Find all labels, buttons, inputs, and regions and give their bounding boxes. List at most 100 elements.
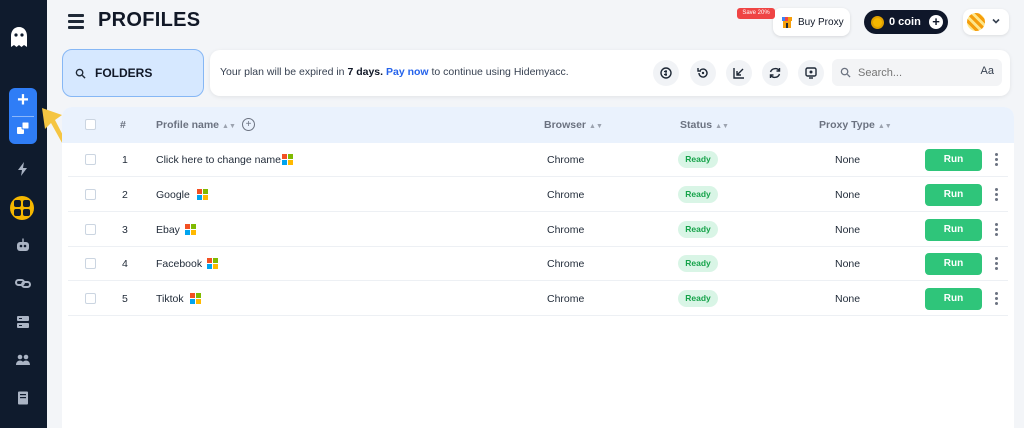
row-index: 1	[122, 154, 128, 166]
row-checkbox[interactable]	[85, 293, 96, 304]
grid-icon[interactable]	[10, 196, 34, 220]
row-checkbox[interactable]	[85, 189, 96, 200]
sync-icon	[660, 67, 672, 79]
run-button[interactable]: Run	[925, 253, 982, 275]
ghost-logo-icon[interactable]	[9, 26, 29, 48]
row-index: 4	[122, 258, 128, 270]
row-checkbox[interactable]	[85, 154, 96, 165]
profile-name[interactable]: Tiktok	[156, 293, 184, 305]
run-button[interactable]: Run	[925, 219, 982, 241]
status-badge: Ready	[678, 255, 718, 272]
robot-icon[interactable]	[12, 234, 34, 256]
table-row[interactable]: 5 Tiktok Chrome Ready None Run	[68, 282, 1008, 316]
font-toggle-button[interactable]: Aa	[981, 65, 994, 77]
row-checkbox[interactable]	[85, 258, 96, 269]
proxy-type: None	[835, 224, 861, 236]
status-badge: Ready	[678, 186, 718, 203]
windows-icon	[185, 224, 196, 235]
sort-icon: ▲▼	[715, 123, 729, 130]
run-button[interactable]: Run	[925, 288, 982, 310]
browser: Chrome	[547, 258, 585, 270]
folders-label: FOLDERS	[95, 66, 153, 80]
table-row[interactable]: 1 Click here to change name Chrome Ready…	[68, 143, 1008, 177]
plan-text-after: to continue using Hidemyacc.	[428, 66, 569, 78]
proxy-type: None	[835, 189, 861, 201]
more-options-icon[interactable]	[995, 292, 999, 306]
sort-icon: ▲▼	[222, 123, 236, 130]
profile-name[interactable]: Click here to change name	[156, 154, 281, 166]
coin-balance-button[interactable]: 0 coin +	[864, 10, 948, 34]
table-row[interactable]: 2 Google Chrome Ready None Run	[68, 178, 1008, 212]
chevron-down-icon	[992, 18, 1000, 24]
browser: Chrome	[547, 154, 585, 166]
status-badge: Ready	[678, 151, 718, 168]
col-profile-name[interactable]: Profile name ▲▼	[156, 119, 236, 131]
select-all-checkbox[interactable]	[85, 119, 96, 130]
proxy-type: None	[835, 293, 861, 305]
add-coin-icon[interactable]: +	[929, 15, 943, 29]
refresh-icon	[769, 67, 781, 79]
plan-notice: Your plan will be expired in 7 days. Pay…	[220, 66, 569, 78]
divider	[12, 116, 34, 117]
proxy-type: None	[835, 258, 861, 270]
profile-name[interactable]: Google	[156, 189, 190, 201]
profiles-table: # Profile name ▲▼ + Browser ▲▼ Status ▲▼ Pr…	[62, 107, 1014, 428]
run-button[interactable]: Run	[925, 184, 982, 206]
restore-button[interactable]	[690, 60, 716, 86]
table-row[interactable]: 4 Facebook Chrome Ready None Run	[68, 247, 1008, 281]
coin-label: 0 coin	[889, 16, 921, 28]
row-index: 5	[122, 293, 128, 305]
folders-button[interactable]: FOLDERS	[62, 49, 204, 97]
more-options-icon[interactable]	[995, 223, 999, 237]
buy-proxy-button[interactable]: Buy Proxy	[773, 8, 850, 36]
more-options-icon[interactable]	[995, 188, 999, 202]
cubes-icon[interactable]	[16, 121, 30, 135]
plan-days: 7 days.	[347, 66, 384, 78]
plan-bar: Your plan will be expired in 7 days. Pay…	[210, 50, 1010, 96]
buy-proxy-label: Buy Proxy	[798, 16, 844, 28]
refresh-button[interactable]	[762, 60, 788, 86]
row-checkbox[interactable]	[85, 224, 96, 235]
add-profile-button[interactable]: +	[9, 88, 37, 114]
lightning-icon[interactable]	[12, 158, 34, 180]
browser: Chrome	[547, 224, 585, 236]
sync-coin-button[interactable]	[653, 60, 679, 86]
menu-icon[interactable]	[68, 14, 84, 30]
import-icon	[733, 68, 744, 79]
link-icon[interactable]	[12, 272, 34, 294]
server-icon[interactable]	[12, 311, 34, 333]
table-header: # Profile name ▲▼ + Browser ▲▼ Status ▲▼ Pr…	[62, 107, 1014, 143]
run-button[interactable]: Run	[925, 149, 982, 171]
browser: Chrome	[547, 293, 585, 305]
screen-button[interactable]	[798, 60, 824, 86]
book-icon[interactable]	[12, 387, 34, 409]
pay-now-link[interactable]: Pay now	[386, 66, 429, 78]
profile-name[interactable]: Facebook	[156, 258, 202, 270]
sort-icon: ▲▼	[589, 123, 603, 130]
sort-icon: ▲▼	[877, 123, 892, 130]
col-status[interactable]: Status ▲▼	[680, 119, 729, 131]
windows-icon	[190, 293, 201, 304]
browser: Chrome	[547, 189, 585, 201]
windows-icon	[282, 154, 293, 165]
more-options-icon[interactable]	[995, 257, 999, 271]
col-proxy-type[interactable]: Proxy Type ▲▼	[819, 119, 892, 131]
search-box: Aa	[832, 59, 1002, 86]
table-row[interactable]: 3 Ebay Chrome Ready None Run	[68, 213, 1008, 247]
account-menu-button[interactable]	[963, 9, 1009, 35]
windows-icon	[197, 189, 208, 200]
profile-name[interactable]: Ebay	[156, 224, 180, 236]
import-button[interactable]	[726, 60, 752, 86]
row-index: 2	[122, 189, 128, 201]
col-index: #	[120, 119, 126, 131]
team-icon[interactable]	[12, 349, 34, 371]
search-input[interactable]	[858, 66, 968, 79]
new-profile-group: +	[9, 88, 37, 144]
monitor-icon	[805, 67, 817, 79]
save-badge: Save 20%	[737, 8, 775, 19]
proxy-type: None	[835, 154, 861, 166]
search-icon	[75, 68, 86, 79]
add-column-icon[interactable]: +	[242, 118, 255, 131]
more-options-icon[interactable]	[995, 153, 999, 167]
col-browser[interactable]: Browser ▲▼	[544, 119, 603, 131]
